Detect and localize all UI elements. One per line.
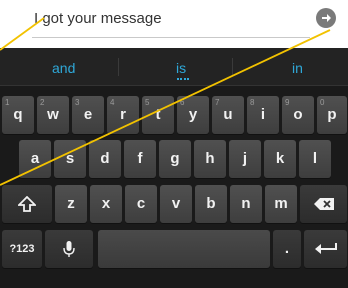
send-arrow-icon [322, 14, 331, 22]
key-h[interactable]: h [194, 140, 226, 178]
key-label: y [188, 106, 198, 123]
key-label: p [327, 106, 337, 123]
key-b[interactable]: b [195, 185, 227, 223]
message-compose-bar: I got your message [0, 0, 348, 48]
send-button[interactable] [316, 8, 336, 28]
suggestion-is[interactable]: is [176, 60, 186, 76]
suggestion-and[interactable]: and [52, 60, 75, 76]
key-label: u [223, 106, 233, 123]
space-key[interactable] [98, 230, 270, 268]
key-r[interactable]: 4r [107, 96, 139, 134]
key-hint: 0 [320, 98, 325, 107]
key-n[interactable]: n [230, 185, 262, 223]
suggestion-more-dots [177, 78, 189, 80]
suggestion-divider [232, 58, 233, 76]
enter-key[interactable] [304, 230, 347, 268]
key-s[interactable]: s [54, 140, 86, 178]
key-hint: 3 [75, 98, 80, 107]
key-hint: 2 [40, 98, 45, 107]
key-d[interactable]: d [89, 140, 121, 178]
key-w[interactable]: 2w [37, 96, 69, 134]
key-hint: 6 [180, 98, 185, 107]
key-l[interactable]: l [299, 140, 331, 178]
key-v[interactable]: v [160, 185, 192, 223]
key-o[interactable]: 9o [282, 96, 314, 134]
microphone-icon [63, 241, 75, 257]
suggestion-divider [118, 58, 119, 76]
key-t[interactable]: 5t [142, 96, 174, 134]
key-hint: 1 [5, 98, 10, 107]
mic-key[interactable] [45, 230, 93, 268]
key-label: t [155, 106, 161, 123]
key-u[interactable]: 7u [212, 96, 244, 134]
key-x[interactable]: x [90, 185, 122, 223]
soft-keyboard: and is in 1q 2w 3e 4r 5t 6y 7u 8i 9o 0p … [0, 48, 348, 288]
key-e[interactable]: 3e [72, 96, 104, 134]
key-label: e [83, 106, 93, 123]
message-text: I got your message [34, 10, 162, 27]
key-label: o [293, 106, 303, 123]
key-i[interactable]: 8i [247, 96, 279, 134]
key-z[interactable]: z [55, 185, 87, 223]
key-label: i [260, 106, 266, 123]
key-label: q [13, 106, 23, 123]
suggestion-in[interactable]: in [292, 60, 303, 76]
key-hint: 4 [110, 98, 115, 107]
key-f[interactable]: f [124, 140, 156, 178]
key-p[interactable]: 0p [317, 96, 347, 134]
enter-return-icon [314, 243, 337, 254]
message-input[interactable]: I got your message [32, 4, 310, 38]
period-key[interactable]: . [273, 230, 301, 268]
delete-key[interactable] [300, 185, 347, 223]
key-hint: 7 [215, 98, 220, 107]
key-c[interactable]: c [125, 185, 157, 223]
key-hint: 8 [250, 98, 255, 107]
shift-arrow-icon [18, 196, 36, 212]
key-y[interactable]: 6y [177, 96, 209, 134]
key-label: r [120, 106, 126, 123]
shift-key[interactable] [2, 185, 52, 223]
key-g[interactable]: g [159, 140, 191, 178]
backspace-icon [313, 198, 334, 210]
symbols-key[interactable]: ?123 [2, 230, 42, 268]
key-q[interactable]: 1q [2, 96, 34, 134]
key-label: w [47, 106, 59, 123]
key-hint: 5 [145, 98, 150, 107]
key-a[interactable]: a [19, 140, 51, 178]
key-hint: 9 [285, 98, 290, 107]
key-m[interactable]: m [265, 185, 297, 223]
key-k[interactable]: k [264, 140, 296, 178]
suggestion-strip: and is in [0, 48, 348, 86]
key-j[interactable]: j [229, 140, 261, 178]
